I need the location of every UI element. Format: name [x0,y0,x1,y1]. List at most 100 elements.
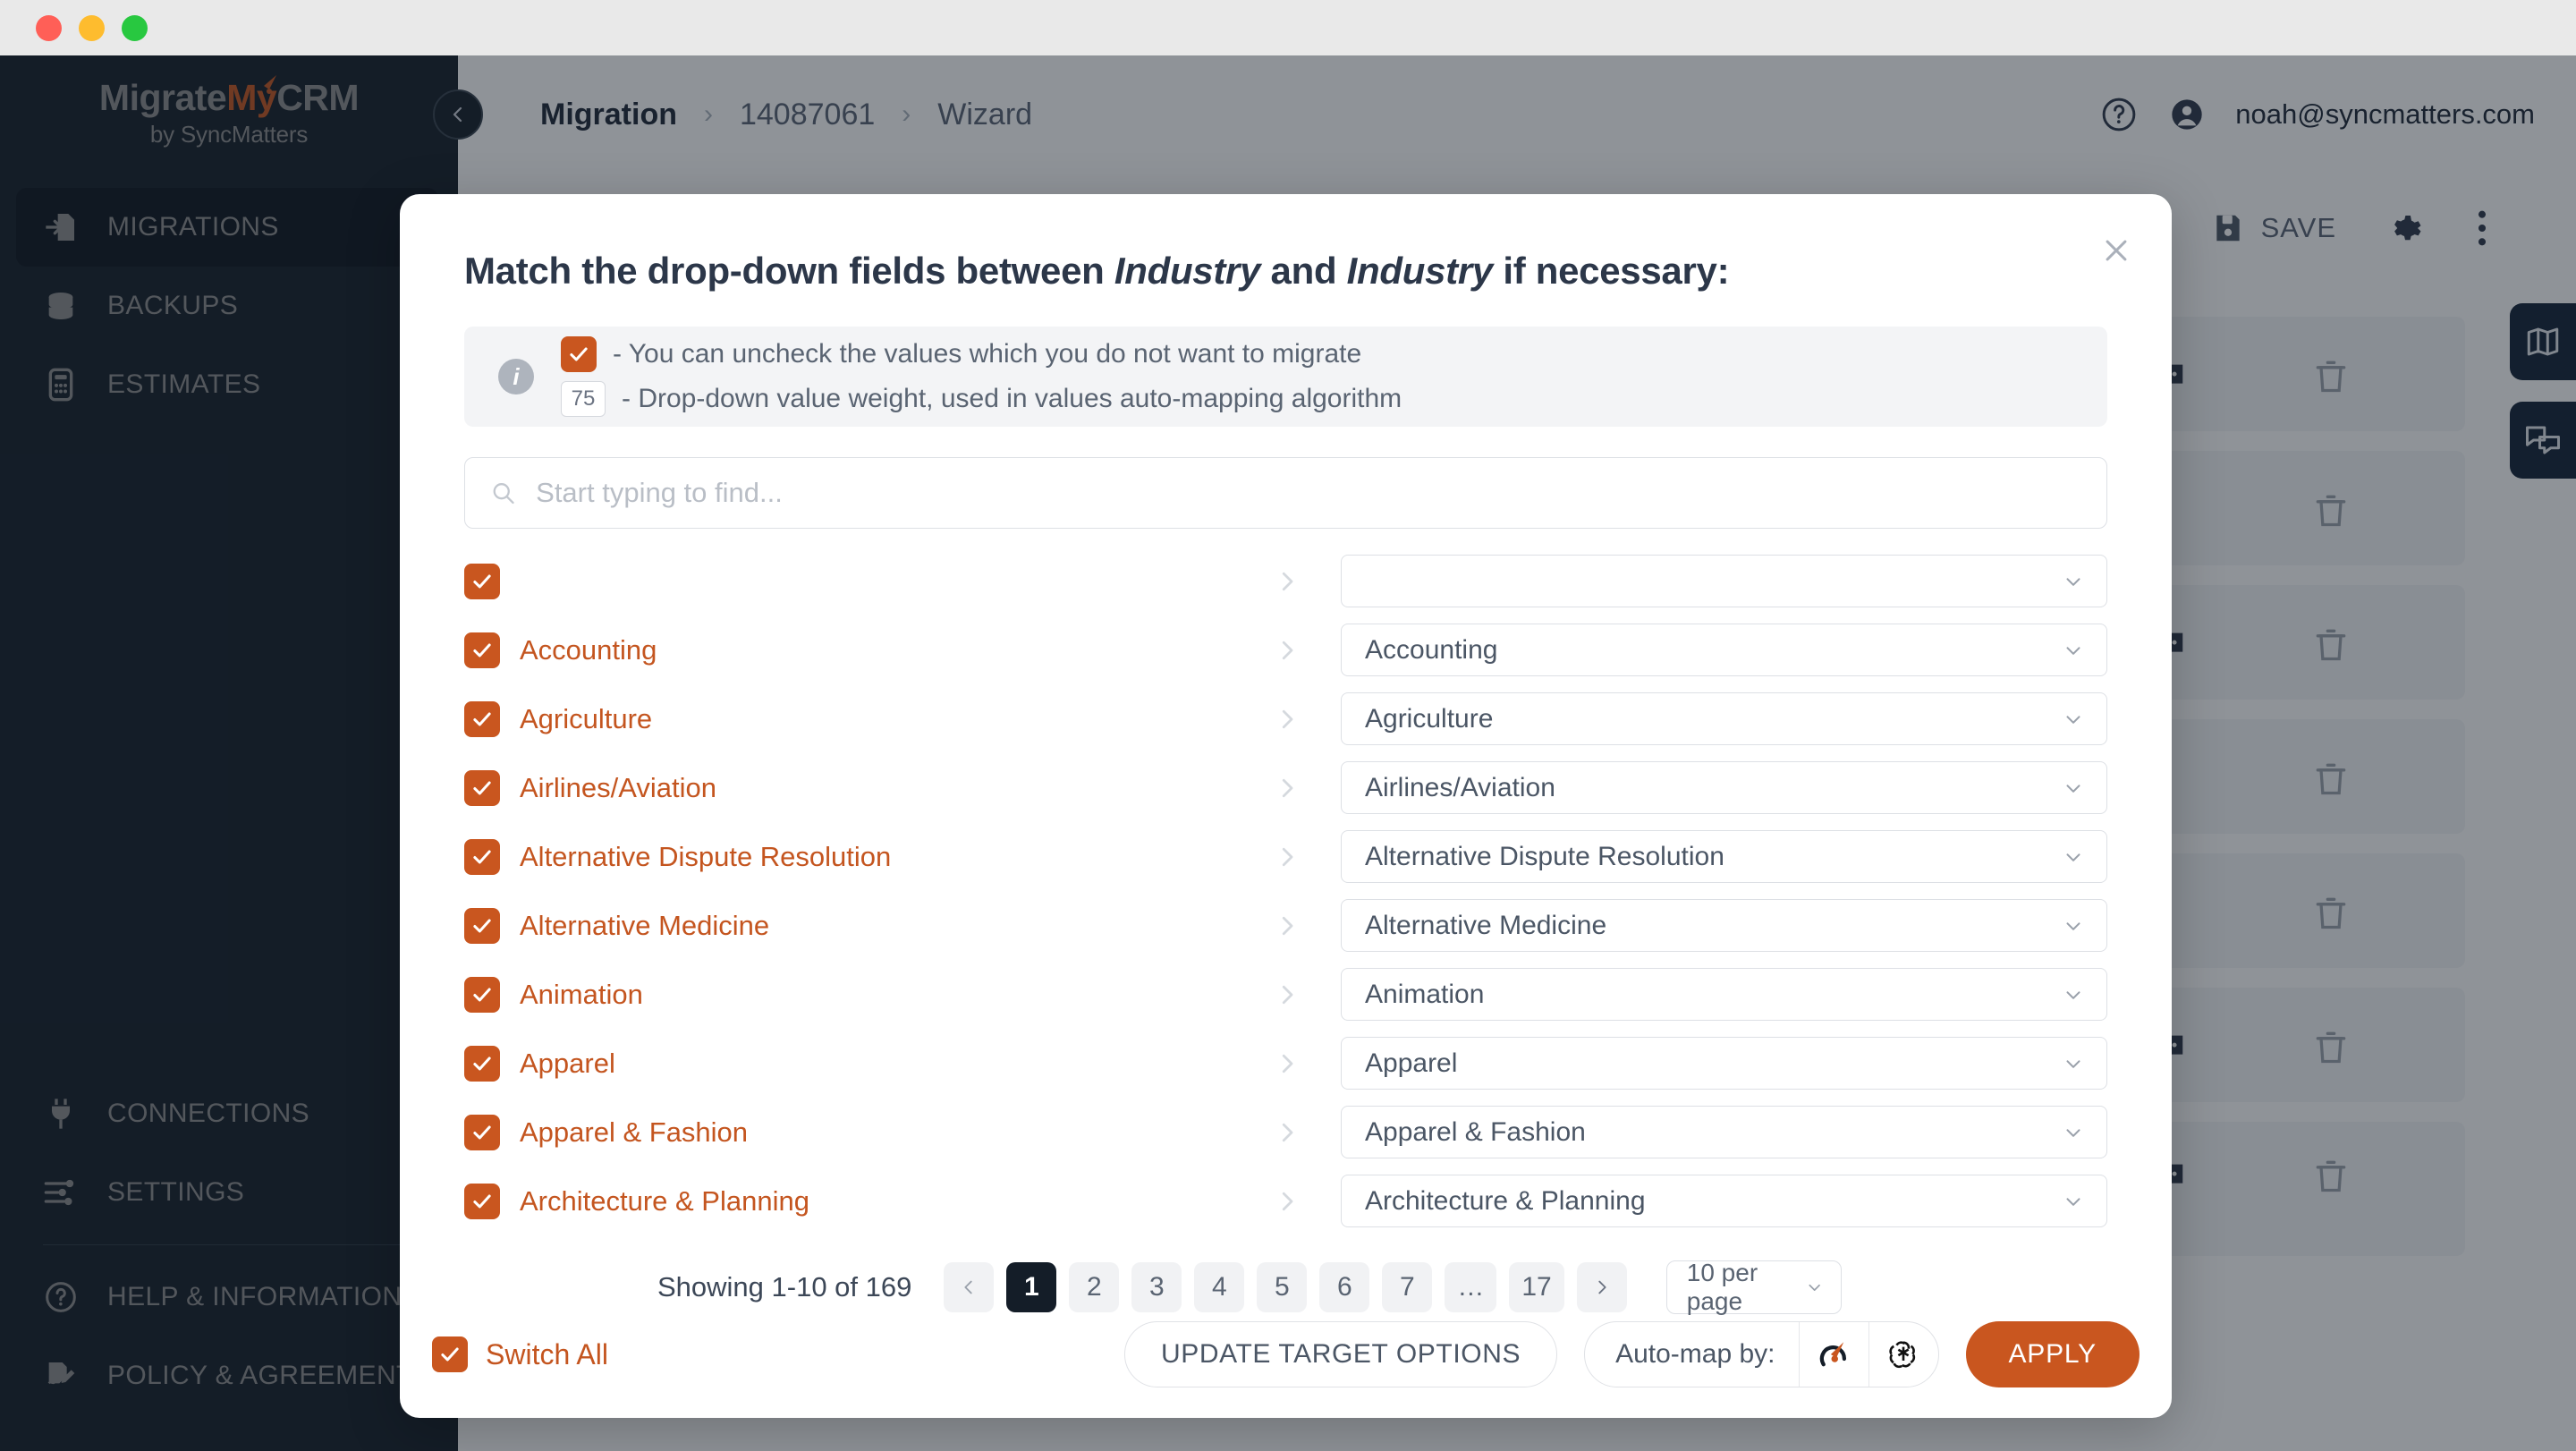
source-value-label: Apparel [520,1048,615,1080]
field-mapping-list: Accounting Accounting Agriculture [464,547,2107,1235]
target-value-select[interactable]: Alternative Dispute Resolution [1341,830,2107,883]
pagination-next-button[interactable] [1577,1262,1627,1312]
target-value-select[interactable] [1341,555,2107,607]
target-value-label: Alternative Medicine [1365,911,1606,941]
mapping-row: Alternative Dispute Resolution Alternati… [464,822,2107,891]
pagination-ellipsis: … [1445,1262,1496,1312]
row-checkbox[interactable] [464,701,500,737]
pagination-page-3[interactable]: 3 [1131,1262,1182,1312]
target-value-select[interactable]: Architecture & Planning [1341,1175,2107,1227]
switch-all-label: Switch All [486,1338,608,1371]
target-value-select[interactable]: Animation [1341,968,2107,1021]
target-value-select[interactable]: Apparel & Fashion [1341,1106,2107,1158]
window-close-button[interactable] [36,15,62,41]
chevron-down-icon [2062,1052,2085,1075]
source-value-label: Accounting [520,634,657,666]
chevron-right-icon [1274,1050,1301,1077]
mapping-row: Apparel Apparel [464,1029,2107,1098]
per-page-select[interactable]: 10 per page [1666,1260,1842,1314]
migratemycrm-logo-icon [1816,1336,1852,1372]
mapping-row [464,547,2107,615]
pagination-page-1[interactable]: 1 [1006,1262,1056,1312]
target-value-select[interactable]: Agriculture [1341,692,2107,745]
pagination-page-17[interactable]: 17 [1509,1262,1563,1312]
window-maximize-button[interactable] [122,15,148,41]
chevron-down-icon [2062,845,2085,869]
modal-title-source-field: Industry [1114,250,1260,292]
row-checkbox[interactable] [464,977,500,1013]
mapping-row: Accounting Accounting [464,615,2107,684]
automap-migratemycrm-button[interactable] [1799,1322,1868,1387]
check-icon [470,708,494,731]
row-checkbox[interactable] [464,1115,500,1150]
mapping-source-cell: Alternative Medicine [464,908,1233,944]
automap-openai-button[interactable] [1868,1322,1938,1387]
pagination-page-6[interactable]: 6 [1319,1262,1369,1312]
row-checkbox[interactable] [464,839,500,875]
modal-title-prefix: Match the drop-down fields between [464,250,1114,292]
window-minimize-button[interactable] [79,15,105,41]
check-icon [470,845,494,869]
apply-button[interactable]: APPLY [1966,1321,2140,1387]
target-value-label: Alternative Dispute Resolution [1365,842,1724,872]
target-value-select[interactable]: Accounting [1341,624,2107,676]
mapping-source-cell: Agriculture [464,701,1233,737]
target-value-select[interactable]: Apparel [1341,1037,2107,1090]
pagination-prev-button[interactable] [944,1262,994,1312]
row-checkbox[interactable] [464,908,500,944]
target-value-select[interactable]: Alternative Medicine [1341,899,2107,952]
mapping-arrow [1233,912,1341,939]
chevron-right-icon [1274,637,1301,664]
row-checkbox[interactable] [464,770,500,806]
mapping-arrow [1233,1188,1341,1215]
check-icon [470,914,494,938]
search-input[interactable] [536,477,2081,509]
source-value-label: Alternative Dispute Resolution [520,841,891,873]
update-target-options-button[interactable]: UPDATE TARGET OPTIONS [1124,1321,1557,1387]
target-value-select[interactable]: Airlines/Aviation [1341,761,2107,814]
per-page-label: 10 per page [1687,1259,1806,1316]
chevron-right-icon [1274,706,1301,733]
modal-title-middle: and [1260,250,1347,292]
check-icon [567,343,590,366]
chevron-right-icon [1274,981,1301,1008]
source-value-label: Animation [520,979,643,1011]
mapping-arrow [1233,568,1341,595]
pagination-page-4[interactable]: 4 [1194,1262,1244,1312]
search-icon [490,479,516,506]
switch-all-checkbox[interactable] [432,1336,468,1372]
mapping-source-cell: Architecture & Planning [464,1184,1233,1219]
modal-close-button[interactable] [2093,227,2140,274]
chevron-right-icon [1592,1277,1612,1297]
info-line-checkbox: - You can uncheck the values which you d… [561,336,1402,372]
mapping-row: Animation Animation [464,960,2107,1029]
openai-logo-icon [1885,1336,1921,1372]
chevron-right-icon [1274,912,1301,939]
pagination-page-5[interactable]: 5 [1257,1262,1307,1312]
mapping-row: Architecture & Planning Architecture & P… [464,1167,2107,1235]
check-icon [470,1052,494,1075]
mapping-arrow [1233,1050,1341,1077]
window-titlebar [0,0,2576,55]
source-value-label: Architecture & Planning [520,1185,809,1218]
pagination-page-2[interactable]: 2 [1069,1262,1119,1312]
row-checkbox[interactable] [464,632,500,668]
row-checkbox[interactable] [464,1184,500,1219]
row-checkbox[interactable] [464,564,500,599]
weight-chip: 75 [561,381,606,417]
mapping-source-cell: Apparel [464,1046,1233,1082]
search-box[interactable] [464,457,2107,529]
check-icon [470,1190,494,1213]
info-text-2: - Drop-down value weight, used in values… [622,384,1402,414]
switch-all-control[interactable]: Switch All [432,1336,608,1372]
target-value-label: Agriculture [1365,704,1493,734]
mapping-source-cell: Alternative Dispute Resolution [464,839,1233,875]
info-icon: i [498,359,534,395]
pagination-page-7[interactable]: 7 [1382,1262,1432,1312]
info-line-weight: 75 - Drop-down value weight, used in val… [561,381,1402,417]
chevron-right-icon [1274,1188,1301,1215]
mapping-source-cell: Animation [464,977,1233,1013]
mapping-arrow [1233,1119,1341,1146]
row-checkbox[interactable] [464,1046,500,1082]
mapping-arrow [1233,706,1341,733]
